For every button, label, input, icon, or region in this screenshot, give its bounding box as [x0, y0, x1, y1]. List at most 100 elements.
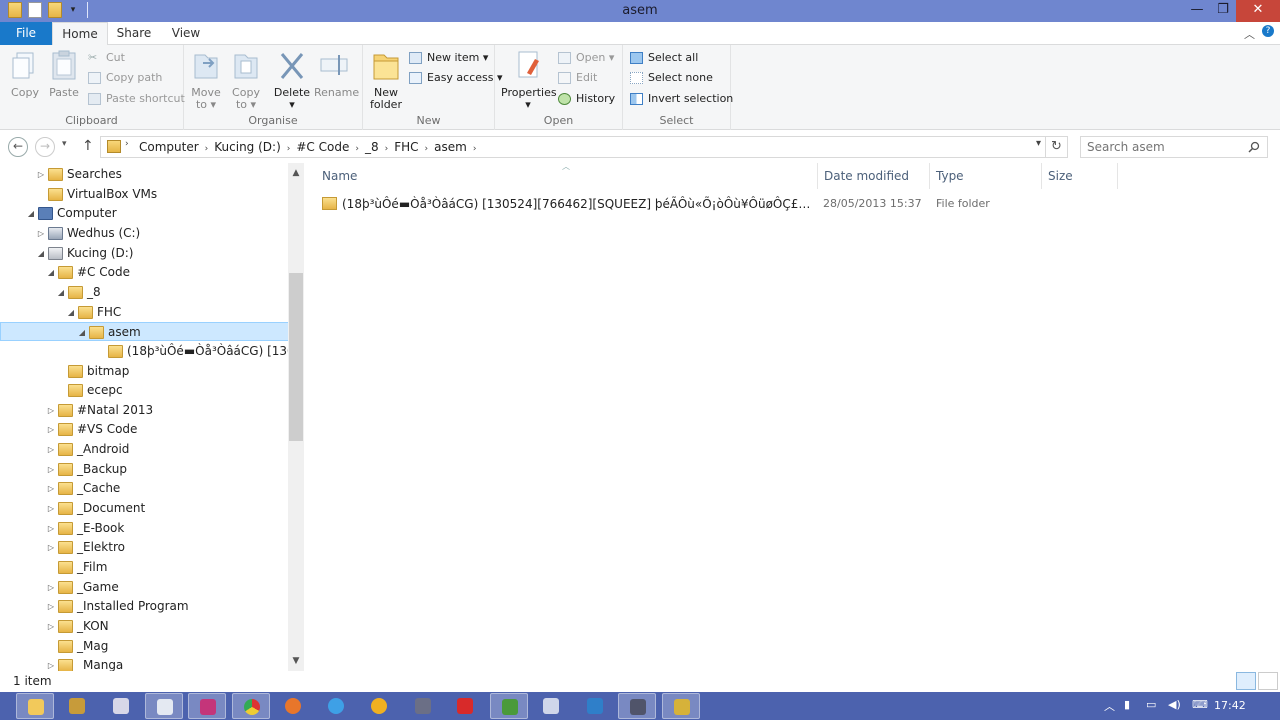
tree-item[interactable]: ▷ _Android — [0, 440, 290, 459]
monitor-icon[interactable]: ▭ — [1146, 698, 1156, 711]
back-button[interactable]: ← — [8, 137, 28, 157]
breadcrumb-item[interactable]: #C Code — [296, 140, 349, 154]
chevron-down-icon[interactable]: ▾ — [1036, 138, 1041, 149]
expand-arrow-icon[interactable]: ▷ — [46, 578, 56, 597]
chevron-right-icon[interactable]: › — [287, 144, 291, 154]
easy-access-button[interactable]: Easy access ▾ — [409, 69, 503, 87]
tree-item[interactable]: ▷ _Document — [0, 499, 290, 518]
taskbar-explorer[interactable] — [16, 693, 54, 719]
expand-arrow-icon[interactable]: ▷ — [46, 460, 56, 479]
cut-button[interactable]: ✂ Cut — [88, 49, 125, 67]
tree-item[interactable]: ◢ #C Code — [0, 263, 290, 282]
chevron-right-icon[interactable]: › — [385, 144, 389, 154]
paste-shortcut-button[interactable]: Paste shortcut — [88, 90, 185, 108]
taskbar-app-12[interactable] — [662, 693, 700, 719]
breadcrumb-item[interactable]: _8 — [365, 140, 379, 154]
expand-arrow-icon[interactable]: ▷ — [46, 538, 56, 557]
tree-item[interactable]: ◢ FHC — [0, 303, 290, 322]
expand-arrow-icon[interactable]: ▷ — [46, 440, 56, 459]
tree-item[interactable]: ▷ _Cache — [0, 479, 290, 498]
taskbar-app-4[interactable] — [188, 693, 226, 719]
taskbar-app-10[interactable] — [576, 693, 614, 719]
tree-item[interactable]: ▷ _KON — [0, 617, 290, 636]
expand-arrow-icon[interactable]: ▷ — [46, 597, 56, 616]
expand-arrow-icon[interactable]: ▷ — [46, 656, 56, 671]
history-button[interactable]: History — [558, 90, 615, 108]
expanded-arrow-icon[interactable]: ◢ — [77, 323, 87, 342]
new-folder-button[interactable]: New folder — [366, 49, 406, 111]
invert-selection-button[interactable]: Invert selection — [630, 90, 733, 108]
expanded-arrow-icon[interactable]: ◢ — [56, 283, 66, 302]
new-item-button[interactable]: New item ▾ — [409, 49, 488, 67]
taskbar-app-8[interactable] — [490, 693, 528, 719]
expand-arrow-icon[interactable]: ▷ — [46, 479, 56, 498]
edit-button[interactable]: Edit — [558, 69, 597, 87]
tree-item[interactable]: ▷ _E-Book — [0, 519, 290, 538]
chevron-right-icon[interactable]: › — [355, 144, 359, 154]
minimize-ribbon-icon[interactable]: ︿ — [1244, 26, 1255, 42]
scroll-down-icon[interactable]: ▼ — [288, 653, 304, 669]
paste-button[interactable]: Paste — [44, 49, 84, 99]
chevron-right-icon[interactable]: › — [473, 144, 477, 154]
taskbar-app-5[interactable] — [360, 693, 398, 719]
tree-item[interactable]: (18þ³ùÔé▬Òå³ÒâáCG) [130524][766462][SQUE… — [0, 342, 304, 361]
close-button[interactable]: ✕ — [1236, 0, 1280, 22]
tree-item[interactable]: ▷ Searches — [0, 165, 290, 184]
tree-item[interactable]: ◢ Kucing (D:) — [0, 244, 290, 263]
taskbar-chrome[interactable] — [232, 693, 270, 719]
tree-item[interactable]: ◢ asem — [0, 322, 290, 342]
delete-button[interactable]: Delete ▾ — [272, 49, 312, 111]
large-icons-view-icon[interactable] — [1258, 672, 1278, 690]
tree-item[interactable]: ecepc — [0, 381, 290, 400]
breadcrumb-item[interactable]: FHC — [394, 140, 418, 154]
clock[interactable]: 17:42 — [1214, 699, 1246, 712]
chevron-right-icon[interactable]: › — [125, 139, 129, 149]
volume-icon[interactable]: ◀) — [1168, 698, 1181, 711]
search-input[interactable] — [1080, 136, 1268, 158]
tree-scrollbar[interactable]: ▲ ▼ — [288, 163, 304, 671]
tree-item[interactable]: ▷ _Manga — [0, 656, 290, 671]
column-header-date[interactable]: Date modified — [818, 163, 930, 189]
select-all-button[interactable]: Select all — [630, 49, 698, 67]
chevron-right-icon[interactable]: › — [425, 144, 429, 154]
expanded-arrow-icon[interactable]: ◢ — [26, 204, 36, 223]
tree-item[interactable]: _Film — [0, 558, 290, 577]
tab-home[interactable]: Home — [52, 22, 108, 46]
taskbar-firefox[interactable] — [274, 693, 312, 719]
select-none-button[interactable]: Select none — [630, 69, 713, 87]
taskbar-ie[interactable] — [317, 693, 355, 719]
tree-item[interactable]: ◢ Computer — [0, 204, 290, 223]
tree-item[interactable]: ▷ Wedhus (C:) — [0, 224, 290, 243]
details-view-icon[interactable] — [1236, 672, 1256, 690]
tab-view[interactable]: View — [160, 22, 212, 45]
taskbar-app-6[interactable] — [404, 693, 442, 719]
taskbar-app-7[interactable] — [446, 693, 484, 719]
tree-item[interactable]: ▷ #VS Code — [0, 420, 290, 439]
expand-arrow-icon[interactable]: ▷ — [46, 499, 56, 518]
taskbar-app-9[interactable] — [532, 693, 570, 719]
keyboard-icon[interactable]: ⌨ — [1192, 698, 1208, 711]
chevron-right-icon[interactable]: › — [205, 144, 209, 154]
column-header-size[interactable]: Size — [1042, 163, 1118, 189]
tree-item[interactable]: bitmap — [0, 362, 290, 381]
network-icon[interactable]: ▮ — [1124, 698, 1130, 711]
expand-arrow-icon[interactable]: ▷ — [46, 519, 56, 538]
address-bar[interactable]: › Computer › Kucing (D:) › #C Code › _8 › FHC › as… — [100, 136, 1046, 158]
copy-to-button[interactable]: Copy to ▾ — [226, 49, 266, 111]
copy-button[interactable]: Copy — [5, 49, 45, 99]
taskbar-app-1[interactable] — [58, 693, 96, 719]
expand-arrow-icon[interactable]: ▷ — [36, 224, 46, 243]
column-header-type[interactable]: Type — [930, 163, 1042, 189]
search-icon[interactable] — [1248, 141, 1260, 153]
recent-locations-icon[interactable]: ▾ — [62, 139, 67, 149]
move-to-button[interactable]: Move to ▾ — [186, 49, 226, 111]
tab-share[interactable]: Share — [108, 22, 160, 45]
rename-button[interactable]: Rename — [314, 49, 359, 99]
taskbar-app-3[interactable] — [145, 693, 183, 719]
tree-item[interactable]: ▷ _Installed Program — [0, 597, 290, 616]
tree-item[interactable]: ◢ _8 — [0, 283, 290, 302]
help-icon[interactable]: ? — [1262, 25, 1274, 37]
expand-arrow-icon[interactable]: ▷ — [36, 165, 46, 184]
expanded-arrow-icon[interactable]: ◢ — [66, 303, 76, 322]
tree-item[interactable]: ▷ #Natal 2013 — [0, 401, 290, 420]
